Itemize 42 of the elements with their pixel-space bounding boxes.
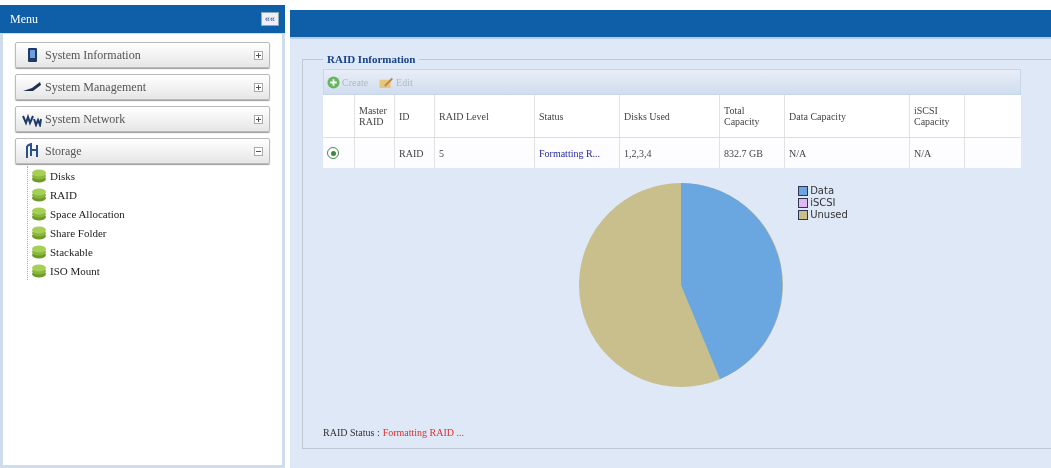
table-cell: 5 bbox=[439, 147, 444, 159]
stack-icon bbox=[31, 244, 47, 259]
menu-section[interactable]: System Information bbox=[15, 42, 270, 68]
status-label: RAID Status : bbox=[323, 427, 380, 438]
menu-item[interactable]: Stackable bbox=[28, 242, 270, 261]
menu-item[interactable]: Space Allocation bbox=[28, 204, 270, 223]
menu-item[interactable]: RAID bbox=[28, 185, 270, 204]
table-row[interactable]: RAID 5 Formatting R... 1,2,3,4 832.7 GB N/A N/A bbox=[323, 138, 1021, 168]
legend-label: iSCSI bbox=[810, 197, 836, 208]
table-cell: 1,2,3,4 bbox=[624, 147, 652, 159]
table-cell: RAID bbox=[399, 147, 424, 159]
column-header: Data Capacity bbox=[789, 110, 846, 122]
stack-icon bbox=[31, 263, 47, 278]
table-cell: N/A bbox=[914, 147, 932, 159]
status-link[interactable]: Formatting R... bbox=[539, 147, 601, 159]
stack-icon bbox=[31, 187, 47, 202]
column-header: Master RAID bbox=[359, 105, 388, 127]
stack-icon bbox=[31, 206, 47, 221]
stack-icon bbox=[31, 225, 47, 240]
menu-item[interactable]: Disks bbox=[28, 166, 270, 185]
panel-legend: RAID Information bbox=[323, 53, 420, 65]
column-header: RAID Level bbox=[439, 110, 489, 122]
plus-icon bbox=[327, 75, 340, 89]
pencil-icon bbox=[378, 75, 395, 89]
menu-item[interactable]: Share Folder bbox=[28, 223, 270, 242]
table-cell: N/A bbox=[789, 147, 807, 159]
column-header: Status bbox=[539, 110, 564, 122]
stack-icon bbox=[31, 168, 47, 183]
column-header: Disks Used bbox=[624, 110, 670, 122]
menu-section[interactable]: System Network bbox=[15, 106, 270, 132]
table-cell: 832.7 GB bbox=[724, 147, 763, 159]
collapse-button[interactable]: «« bbox=[261, 12, 279, 26]
legend-label: Data bbox=[810, 185, 835, 196]
menu-item[interactable]: ISO Mount bbox=[28, 261, 270, 280]
legend-label: Unused bbox=[810, 209, 848, 220]
status-value: Formatting RAID ... bbox=[382, 427, 465, 438]
menu-section[interactable]: System Management bbox=[15, 74, 270, 100]
menu-title: Menu bbox=[10, 11, 38, 27]
column-header: Total Capacity bbox=[724, 105, 761, 127]
menu-section[interactable]: Storage bbox=[15, 138, 270, 164]
column-header: iSCSI Capacity bbox=[914, 105, 951, 127]
column-header: ID bbox=[399, 110, 410, 122]
